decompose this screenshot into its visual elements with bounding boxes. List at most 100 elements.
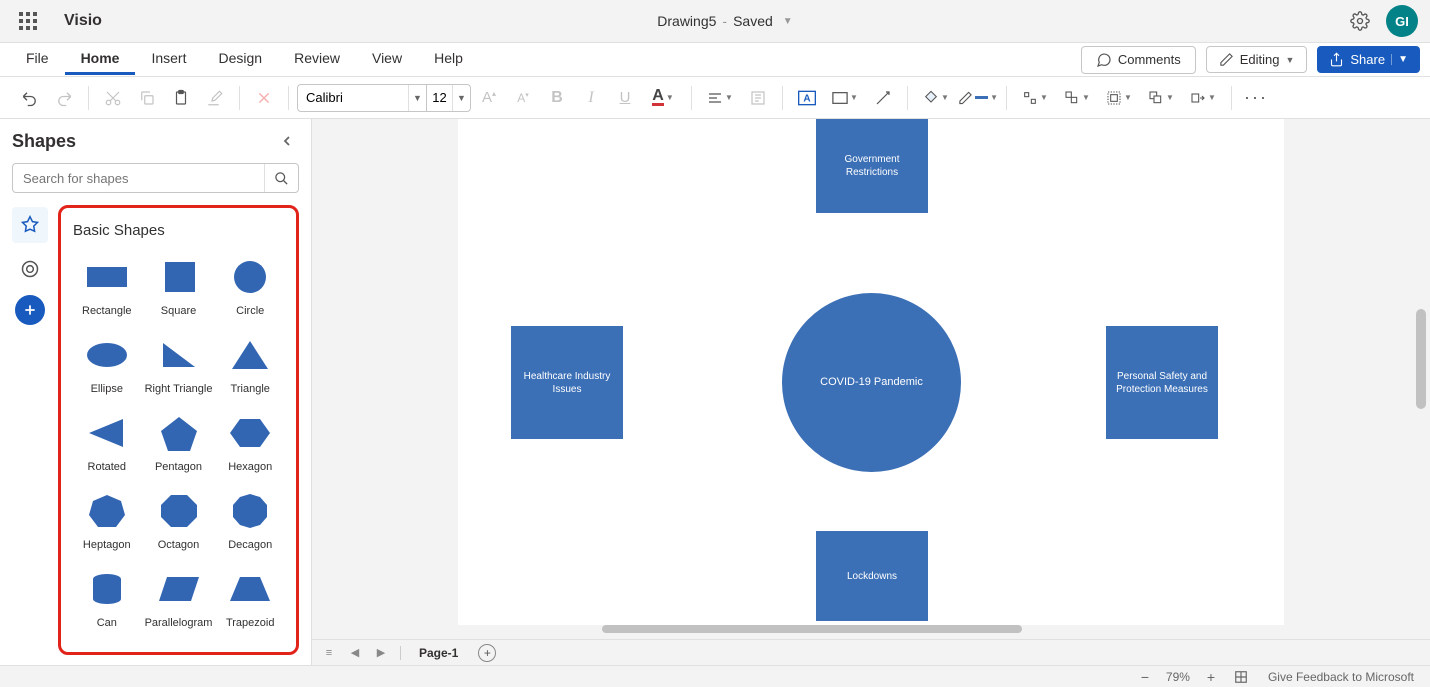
- shapes-library-button[interactable]: [12, 207, 48, 243]
- underline-button[interactable]: U: [609, 82, 641, 114]
- text-block-button[interactable]: [742, 82, 774, 114]
- chevron-down-icon: ▼: [1285, 55, 1294, 65]
- shape-parallelogram[interactable]: Parallelogram: [145, 569, 213, 629]
- align-shapes-button[interactable]: ▼: [1015, 82, 1055, 114]
- position-button[interactable]: ▼: [1057, 82, 1097, 114]
- connector-button[interactable]: [867, 82, 899, 114]
- bold-button[interactable]: B: [541, 82, 573, 114]
- feedback-link[interactable]: Give Feedback to Microsoft: [1268, 670, 1414, 684]
- pencil-icon: [1219, 52, 1234, 67]
- tab-insert[interactable]: Insert: [135, 44, 202, 75]
- shape-rotated[interactable]: Rotated: [73, 413, 141, 473]
- canvas-shape-left[interactable]: Healthcare Industry Issues: [511, 326, 623, 439]
- canvas-shape-bottom[interactable]: Lockdowns: [816, 531, 928, 621]
- shapes-search: [12, 163, 299, 193]
- chevron-down-icon[interactable]: ▼: [408, 85, 426, 111]
- shape-right-triangle[interactable]: Right Triangle: [145, 335, 213, 395]
- shape-rectangle[interactable]: Rectangle: [73, 257, 141, 317]
- shape-circle[interactable]: Circle: [216, 257, 284, 317]
- italic-button[interactable]: I: [575, 82, 607, 114]
- undo-button[interactable]: [14, 82, 46, 114]
- paste-button[interactable]: [165, 82, 197, 114]
- all-pages-button[interactable]: ≡: [318, 643, 340, 663]
- tab-review[interactable]: Review: [278, 44, 356, 75]
- avatar[interactable]: GI: [1386, 5, 1418, 37]
- shrink-font-button[interactable]: A▾: [507, 82, 539, 114]
- editing-mode-button[interactable]: Editing ▼: [1206, 46, 1308, 73]
- zoom-in-button[interactable]: +: [1202, 668, 1220, 686]
- page-tab[interactable]: Page-1: [409, 646, 468, 660]
- shape-label: Rotated: [88, 461, 127, 473]
- align-button[interactable]: ▼: [700, 82, 740, 114]
- chevron-down-icon[interactable]: ▼: [1391, 54, 1408, 65]
- shape-can[interactable]: Can: [73, 569, 141, 629]
- font-size-input[interactable]: [426, 85, 452, 111]
- fit-window-button[interactable]: [1232, 668, 1250, 686]
- shape-styles-button[interactable]: ▼: [825, 82, 865, 114]
- drawing-page[interactable]: Government Restrictions Healthcare Indus…: [458, 119, 1284, 625]
- shape-ellipse[interactable]: Ellipse: [73, 335, 141, 395]
- search-input[interactable]: [13, 171, 264, 186]
- vertical-scrollbar[interactable]: [1414, 119, 1428, 625]
- tab-home[interactable]: Home: [65, 44, 136, 75]
- collapse-panel-button[interactable]: [275, 129, 299, 153]
- canvas-shape-top[interactable]: Government Restrictions: [816, 119, 928, 213]
- delete-button[interactable]: [248, 82, 280, 114]
- grow-font-button[interactable]: A▴: [473, 82, 505, 114]
- prev-page-button[interactable]: ◀: [344, 643, 366, 663]
- tab-help[interactable]: Help: [418, 44, 479, 75]
- more-options-button[interactable]: ···: [1240, 82, 1272, 114]
- copy-button[interactable]: [131, 82, 163, 114]
- canvas-shape-center[interactable]: COVID-19 Pandemic: [782, 293, 961, 472]
- shape-trapezoid[interactable]: Trapezoid: [216, 569, 284, 629]
- group-button[interactable]: ▼: [1099, 82, 1139, 114]
- shape-label: Octagon: [158, 539, 200, 551]
- shape-glyph-icon: [83, 569, 131, 609]
- cut-button[interactable]: [97, 82, 129, 114]
- shape-octagon[interactable]: Octagon: [145, 491, 213, 551]
- format-painter-button[interactable]: [199, 82, 231, 114]
- font-selector[interactable]: ▼ ▼: [297, 84, 471, 112]
- chevron-down-icon[interactable]: ▼: [452, 85, 470, 111]
- shape-label: Rectangle: [82, 305, 132, 317]
- canvas-shape-right[interactable]: Personal Safety and Protection Measures: [1106, 326, 1218, 439]
- fill-color-button[interactable]: ▼: [916, 82, 956, 114]
- shape-heptagon[interactable]: Heptagon: [73, 491, 141, 551]
- add-page-button[interactable]: +: [478, 644, 496, 662]
- svg-text:A: A: [803, 93, 810, 104]
- zoom-out-button[interactable]: −: [1136, 668, 1154, 686]
- search-button[interactable]: [264, 164, 298, 192]
- change-shape-button[interactable]: ▼: [1183, 82, 1223, 114]
- comments-button[interactable]: Comments: [1081, 46, 1196, 74]
- shape-label: Ellipse: [91, 383, 123, 395]
- arrange-button[interactable]: ▼: [1141, 82, 1181, 114]
- tab-design[interactable]: Design: [202, 44, 278, 75]
- shape-square[interactable]: Square: [145, 257, 213, 317]
- shape-label: Hexagon: [228, 461, 272, 473]
- next-page-button[interactable]: ▶: [370, 643, 392, 663]
- font-color-button[interactable]: A▼: [643, 82, 683, 114]
- zoom-level: 79%: [1166, 670, 1190, 684]
- app-launcher-icon[interactable]: [12, 5, 44, 37]
- line-color-button[interactable]: ▼: [958, 82, 998, 114]
- shape-triangle[interactable]: Triangle: [216, 335, 284, 395]
- document-title[interactable]: Drawing5 - Saved ▼: [102, 13, 1348, 29]
- add-shapes-button[interactable]: [15, 295, 45, 325]
- shape-hexagon[interactable]: Hexagon: [216, 413, 284, 473]
- canvas-scroll[interactable]: Government Restrictions Healthcare Indus…: [312, 119, 1430, 625]
- shape-decagon[interactable]: Decagon: [216, 491, 284, 551]
- share-button[interactable]: Share ▼: [1317, 46, 1420, 73]
- gear-icon[interactable]: [1348, 9, 1372, 33]
- font-name-input[interactable]: [298, 90, 408, 105]
- shapes-more-button[interactable]: [12, 251, 48, 287]
- app-name: Visio: [64, 12, 102, 30]
- text-tool-button[interactable]: A: [791, 82, 823, 114]
- horizontal-scrollbar[interactable]: [332, 625, 1410, 635]
- redo-button[interactable]: [48, 82, 80, 114]
- shape-label: Heptagon: [83, 539, 131, 551]
- share-label: Share: [1350, 52, 1385, 67]
- shape-label: Parallelogram: [145, 617, 213, 629]
- tab-file[interactable]: File: [10, 44, 65, 75]
- tab-view[interactable]: View: [356, 44, 418, 75]
- shape-pentagon[interactable]: Pentagon: [145, 413, 213, 473]
